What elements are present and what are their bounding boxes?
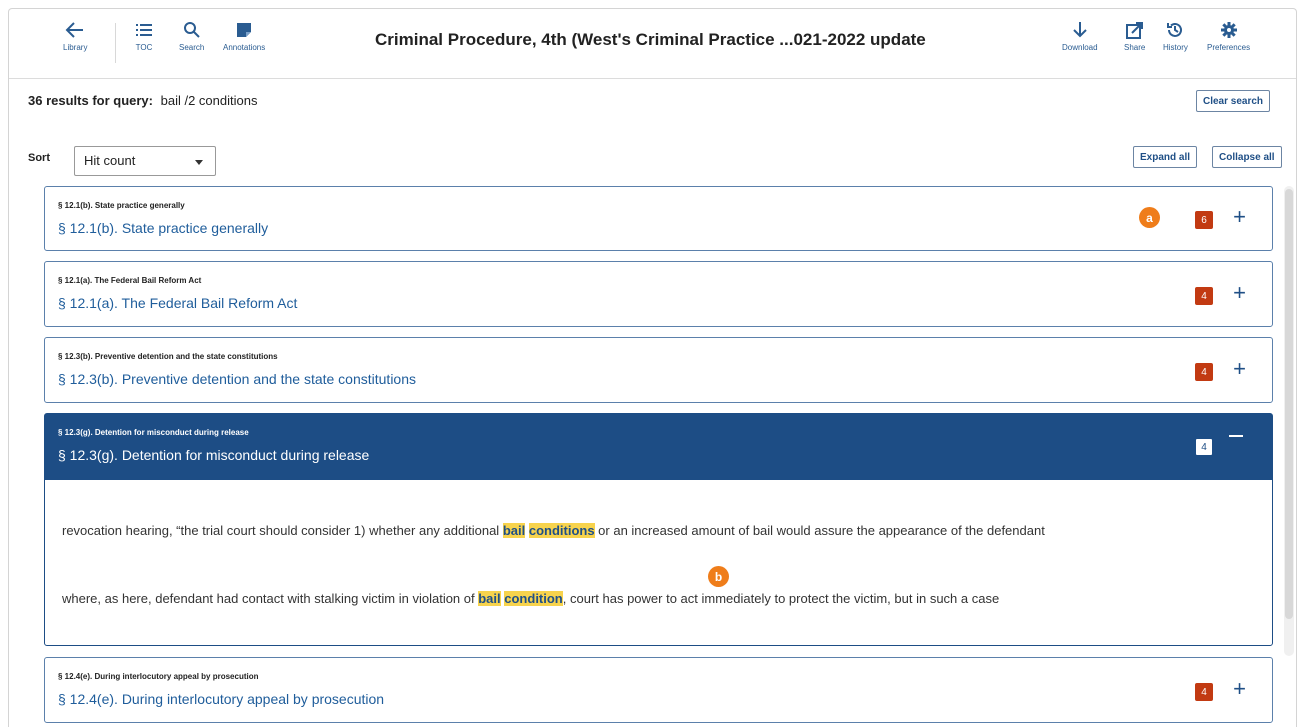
download-icon: [1073, 22, 1087, 38]
history-button[interactable]: History: [1163, 21, 1188, 52]
result-item[interactable]: § 12.3(b). Preventive detention and the …: [44, 337, 1273, 403]
reader-window: Library TOC Search Annotations Criminal …: [8, 8, 1297, 727]
expand-plus-icon[interactable]: +: [1233, 358, 1246, 380]
toc-button[interactable]: TOC: [135, 21, 153, 52]
library-button[interactable]: Library: [63, 21, 87, 52]
clear-search-button[interactable]: Clear search: [1196, 90, 1271, 112]
collapse-all-button[interactable]: Collapse all: [1212, 146, 1282, 168]
search-label: Search: [179, 43, 205, 52]
snippet-line[interactable]: where, as here, defendant had contact wi…: [62, 591, 999, 606]
toc-label: TOC: [135, 43, 153, 52]
highlight-term: bail: [502, 523, 526, 538]
hit-count-badge: 6: [1195, 211, 1213, 229]
document-title: Criminal Procedure, 4th (West's Criminal…: [375, 30, 926, 49]
share-icon: [1125, 22, 1143, 39]
result-section-label: § 12.3(g). Detention for misconduct duri…: [58, 428, 249, 437]
history-label: History: [1163, 43, 1188, 52]
result-title-link[interactable]: § 12.4(e). During interlocutory appeal b…: [58, 691, 384, 707]
collapse-minus-icon[interactable]: [1229, 435, 1243, 437]
sort-select[interactable]: Hit count: [74, 146, 216, 176]
result-item[interactable]: § 12.4(e). During interlocutory appeal b…: [44, 657, 1273, 723]
snippet-text: revocation hearing, “the trial court sho…: [62, 523, 503, 538]
toolbar: Library TOC Search Annotations Criminal …: [9, 9, 1296, 79]
download-button[interactable]: Download: [1062, 21, 1098, 52]
hit-count-badge: 4: [1195, 287, 1213, 305]
result-section-label: § 12.1(b). State practice generally: [58, 201, 185, 210]
highlight-term: bail: [478, 591, 501, 606]
callout-marker-a: a: [1139, 207, 1160, 228]
query-text: bail /2 conditions: [160, 93, 258, 108]
expand-plus-icon[interactable]: +: [1233, 206, 1246, 228]
snippet-line[interactable]: revocation hearing, “the trial court sho…: [62, 523, 1045, 538]
download-label: Download: [1062, 43, 1098, 52]
annotation-icon: [237, 23, 252, 37]
search-icon: [183, 22, 200, 38]
result-title-link[interactable]: § 12.3(g). Detention for misconduct duri…: [58, 447, 369, 463]
result-item[interactable]: § 12.1(b). State practice generally § 12…: [44, 186, 1273, 251]
toolbar-divider: [115, 23, 116, 63]
callout-marker-b: b: [708, 566, 729, 587]
result-header-active[interactable]: § 12.3(g). Detention for misconduct duri…: [45, 414, 1272, 480]
query-summary: 36 results for query: bail /2 conditions: [28, 93, 257, 108]
share-label: Share: [1124, 43, 1146, 52]
snippet-text: or an increased amount of bail would ass…: [594, 523, 1045, 538]
expand-plus-icon[interactable]: +: [1233, 678, 1246, 700]
history-icon: [1167, 22, 1183, 37]
expand-all-button[interactable]: Expand all: [1133, 146, 1198, 168]
highlight-term: condition: [504, 591, 563, 606]
hit-count-badge: 4: [1195, 363, 1213, 381]
library-label: Library: [63, 43, 88, 52]
sort-selected-value: Hit count: [84, 153, 136, 168]
search-button[interactable]: Search: [179, 21, 204, 52]
result-title-link[interactable]: § 12.3(b). Preventive detention and the …: [58, 371, 416, 387]
sort-label: Sort: [28, 152, 50, 164]
result-title-link[interactable]: § 12.1(a). The Federal Bail Reform Act: [58, 295, 297, 311]
result-section-label: § 12.4(e). During interlocutory appeal b…: [58, 672, 259, 681]
share-button[interactable]: Share: [1124, 21, 1145, 52]
result-section-label: § 12.1(a). The Federal Bail Reform Act: [58, 276, 202, 285]
arrow-left-icon: [65, 22, 84, 38]
result-item-expanded[interactable]: § 12.3(g). Detention for misconduct duri…: [44, 413, 1273, 646]
expand-plus-icon[interactable]: +: [1233, 282, 1246, 304]
snippet-text: where, as here, defendant had contact wi…: [62, 591, 479, 606]
result-section-label: § 12.3(b). Preventive detention and the …: [58, 352, 278, 361]
result-item[interactable]: § 12.1(a). The Federal Bail Reform Act §…: [44, 261, 1273, 327]
highlight-term: conditions: [528, 523, 595, 538]
gear-icon: [1220, 22, 1237, 38]
annotations-label: Annotations: [223, 43, 266, 52]
scrollbar-thumb[interactable]: [1285, 189, 1293, 619]
chevron-down-icon: [195, 160, 203, 165]
preferences-button[interactable]: Preferences: [1207, 21, 1250, 52]
snippet-text: , court has power to act immediately to …: [562, 591, 1000, 606]
hit-count-badge: 4: [1195, 683, 1213, 701]
list-icon: [136, 24, 152, 36]
preferences-label: Preferences: [1207, 43, 1251, 52]
result-count: 36 results for query:: [28, 93, 153, 108]
hit-count-badge: 4: [1195, 438, 1213, 456]
annotations-button[interactable]: Annotations: [223, 21, 265, 52]
result-title-link[interactable]: § 12.1(b). State practice generally: [58, 220, 268, 236]
